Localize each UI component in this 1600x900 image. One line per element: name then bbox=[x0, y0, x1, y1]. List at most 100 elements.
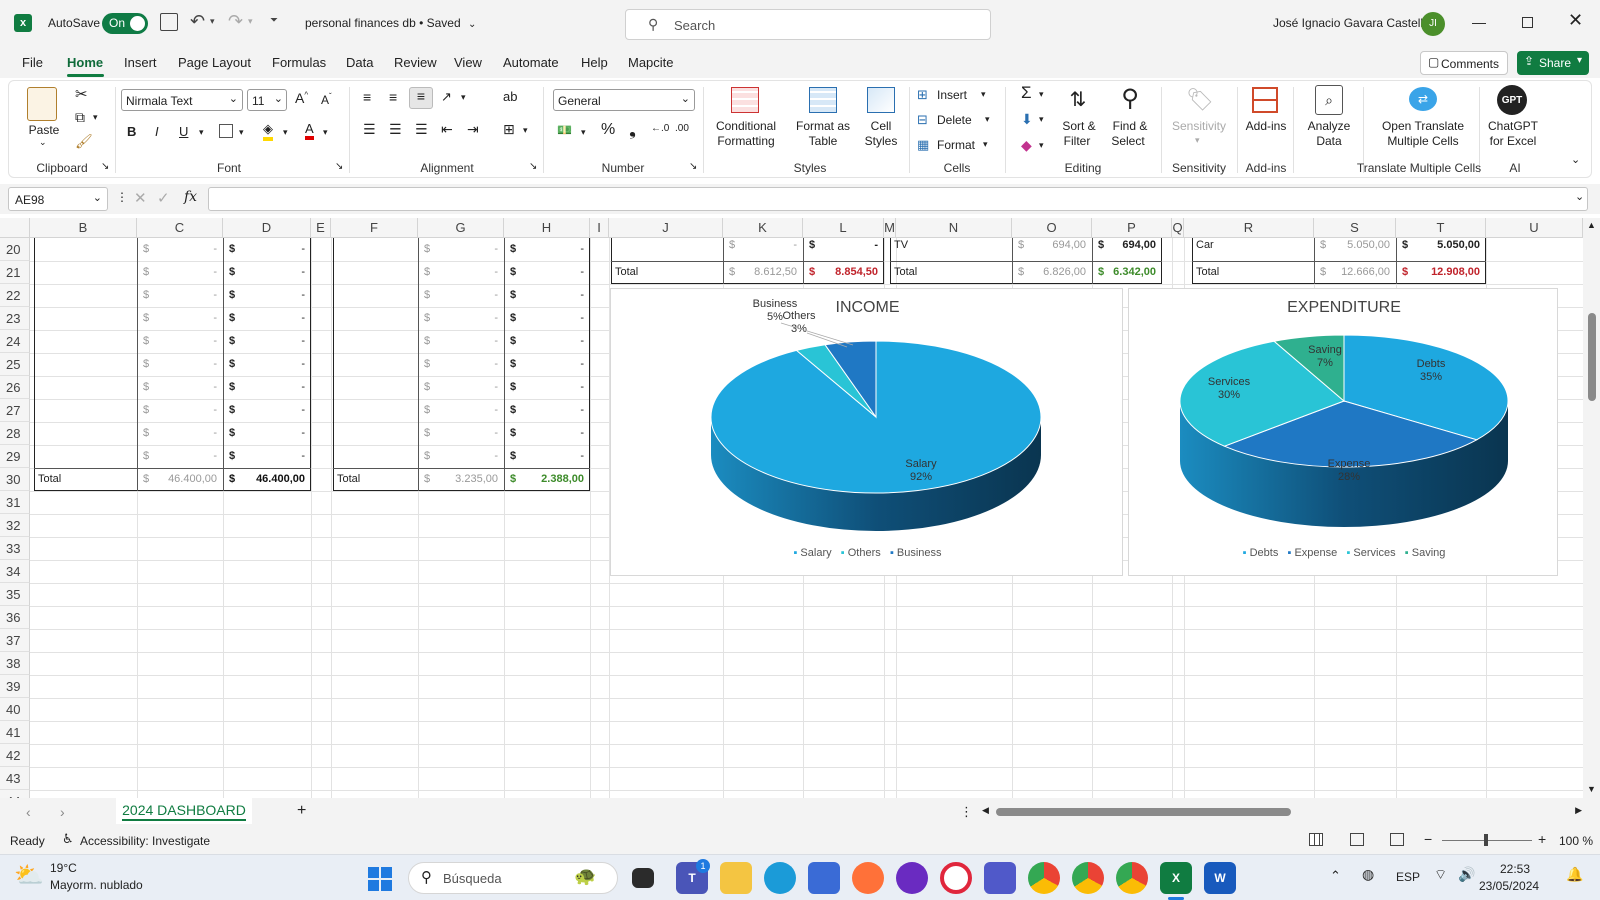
accessibility-status[interactable]: Accessibility: Investigate bbox=[80, 834, 210, 848]
menu-insert[interactable]: Insert bbox=[124, 55, 157, 70]
menu-page-layout[interactable]: Page Layout bbox=[178, 55, 251, 70]
borders-icon[interactable] bbox=[219, 124, 233, 138]
row-header-32[interactable]: 32 bbox=[0, 514, 30, 537]
borders-dropdown-icon[interactable]: ▾ bbox=[239, 127, 244, 138]
add-ins-icon[interactable] bbox=[1252, 87, 1278, 113]
chatgpt-icon[interactable]: GPT bbox=[1497, 85, 1527, 115]
collapse-ribbon-icon[interactable]: ⌄ bbox=[1571, 153, 1580, 166]
increase-font-icon[interactable]: A^ bbox=[295, 90, 308, 106]
number-format-select[interactable]: General ⌄ bbox=[553, 89, 695, 111]
column-header-i[interactable]: I bbox=[590, 218, 609, 238]
column-header-p[interactable]: P bbox=[1092, 218, 1172, 238]
copy-icon[interactable]: ⧉ bbox=[75, 109, 85, 126]
autosum-dropdown-icon[interactable]: ▾ bbox=[1039, 89, 1044, 100]
excel-taskbar-icon[interactable]: X bbox=[1160, 862, 1192, 894]
fill-icon[interactable]: ⬇ bbox=[1021, 111, 1033, 128]
formula-input[interactable] bbox=[208, 187, 1588, 211]
font-color-icon[interactable]: A bbox=[305, 121, 314, 140]
avatar[interactable]: JI bbox=[1421, 12, 1445, 36]
menu-mapcite[interactable]: Mapcite bbox=[628, 55, 674, 70]
column-header-e[interactable]: E bbox=[311, 218, 331, 238]
align-bottom-icon[interactable]: ≡ bbox=[409, 87, 433, 109]
column-header-n[interactable]: N bbox=[896, 218, 1012, 238]
chrome-icon[interactable] bbox=[1028, 862, 1060, 894]
cell-styles-icon[interactable] bbox=[867, 87, 895, 113]
align-right-icon[interactable]: ☰ bbox=[415, 121, 428, 138]
undo-icon[interactable]: ↶ bbox=[190, 11, 205, 32]
decrease-decimal-icon[interactable]: .00 bbox=[675, 123, 689, 134]
fill-color-dropdown-icon[interactable]: ▾ bbox=[283, 127, 288, 138]
clock-time[interactable]: 22:53 bbox=[1500, 862, 1530, 876]
column-header-h[interactable]: H bbox=[504, 218, 590, 238]
row-header-21[interactable]: 21 bbox=[0, 261, 30, 284]
column-header-g[interactable]: G bbox=[418, 218, 504, 238]
zoom-in-icon[interactable]: + bbox=[1538, 831, 1546, 847]
expenditure-chart[interactable]: Debts 35% Expense 28% Services 30% Saving 7% EX… bbox=[1128, 288, 1558, 576]
zoom-slider-thumb[interactable] bbox=[1484, 834, 1488, 846]
sensitivity-icon[interactable]: 🏷 bbox=[1185, 85, 1215, 115]
cut-icon[interactable]: ✂ bbox=[75, 85, 88, 103]
more-options-icon[interactable]: ⋮ bbox=[116, 190, 128, 204]
menu-view[interactable]: View bbox=[454, 55, 482, 70]
row-header-41[interactable]: 41 bbox=[0, 721, 30, 744]
align-left-icon[interactable]: ☰ bbox=[363, 121, 376, 138]
row-header-42[interactable]: 42 bbox=[0, 744, 30, 767]
page-break-view-icon[interactable] bbox=[1390, 833, 1404, 846]
format-dropdown-icon[interactable]: ▾ bbox=[983, 139, 988, 150]
clear-icon[interactable]: ◆ bbox=[1021, 137, 1032, 154]
volume-icon[interactable]: 🔊 bbox=[1458, 866, 1475, 883]
income-chart[interactable]: Salary 92% Others 3% Business 5% INCOME ▪ Sal… bbox=[610, 288, 1123, 576]
row-header-30[interactable]: 30 bbox=[0, 468, 30, 491]
search-box[interactable]: ⚲ Search bbox=[625, 9, 991, 40]
copy-dropdown-icon[interactable]: ▾ bbox=[93, 112, 98, 123]
menu-help[interactable]: Help bbox=[581, 55, 608, 70]
teams-icon[interactable] bbox=[984, 862, 1016, 894]
row-header-37[interactable]: 37 bbox=[0, 629, 30, 652]
horizontal-scrollbar[interactable]: ◀ ▶ bbox=[982, 805, 1582, 818]
expand-formula-bar-icon[interactable]: ⌄ bbox=[1575, 190, 1584, 203]
column-header-d[interactable]: D bbox=[223, 218, 311, 238]
column-header-q[interactable]: Q bbox=[1172, 218, 1184, 238]
comments-button[interactable]: ▢ Comments bbox=[1420, 51, 1508, 75]
row-header-26[interactable]: 26 bbox=[0, 376, 30, 399]
accounting-format-icon[interactable]: 💵 bbox=[557, 123, 572, 137]
wifi-icon[interactable]: ⌔ bbox=[1434, 866, 1447, 884]
chrome-profile-2-icon[interactable] bbox=[1116, 862, 1148, 894]
underline-dropdown-icon[interactable]: ▾ bbox=[199, 127, 204, 138]
share-button[interactable]: ⇪ Share ▾ bbox=[1517, 51, 1589, 75]
row-header-29[interactable]: 29 bbox=[0, 445, 30, 468]
comma-style-icon[interactable]: ❟ bbox=[629, 119, 636, 140]
row-header-28[interactable]: 28 bbox=[0, 422, 30, 445]
scroll-down-icon[interactable]: ▼ bbox=[1587, 784, 1596, 794]
font-dialog-launcher-icon[interactable]: ↘ bbox=[335, 161, 343, 172]
cancel-entry-icon[interactable]: ✕ bbox=[134, 189, 147, 207]
paste-icon[interactable] bbox=[27, 87, 57, 121]
insert-function-icon[interactable]: fx bbox=[184, 189, 197, 205]
menu-formulas[interactable]: Formulas bbox=[272, 55, 326, 70]
redo-dropdown-icon[interactable]: ▾ bbox=[248, 16, 253, 27]
clipboard-dialog-launcher-icon[interactable]: ↘ bbox=[101, 161, 109, 172]
column-header-s[interactable]: S bbox=[1314, 218, 1396, 238]
row-header-27[interactable]: 27 bbox=[0, 399, 30, 422]
menu-home[interactable]: Home bbox=[67, 55, 103, 70]
find-select-icon[interactable]: ⚲ bbox=[1113, 83, 1147, 113]
alignment-dialog-launcher-icon[interactable]: ↘ bbox=[529, 161, 537, 172]
taskbar-search[interactable]: ⚲ Búsqueda 🐢 bbox=[408, 862, 618, 894]
row-header-20[interactable]: 20 bbox=[0, 238, 30, 261]
column-header-f[interactable]: F bbox=[331, 218, 418, 238]
save-icon[interactable] bbox=[160, 13, 178, 31]
orientation-icon[interactable]: ↗ bbox=[441, 89, 452, 105]
row-header-43[interactable]: 43 bbox=[0, 767, 30, 790]
analyze-data-icon[interactable]: ⌕ bbox=[1315, 85, 1343, 115]
row-header-36[interactable]: 36 bbox=[0, 606, 30, 629]
decrease-font-icon[interactable]: Aˇ bbox=[321, 92, 332, 107]
paste-dropdown-icon[interactable]: ⌄ bbox=[39, 137, 47, 148]
row-header-40[interactable]: 40 bbox=[0, 698, 30, 721]
scroll-right-icon[interactable]: ▶ bbox=[1575, 805, 1582, 816]
delete-cells-label[interactable]: Delete bbox=[937, 113, 972, 127]
number-dialog-launcher-icon[interactable]: ↘ bbox=[689, 161, 697, 172]
underline-icon[interactable]: U bbox=[179, 124, 188, 139]
file-explorer-icon[interactable] bbox=[720, 862, 752, 894]
word-taskbar-icon[interactable]: W bbox=[1204, 862, 1236, 894]
document-title[interactable]: personal finances db • Saved ⌄ bbox=[305, 16, 476, 30]
